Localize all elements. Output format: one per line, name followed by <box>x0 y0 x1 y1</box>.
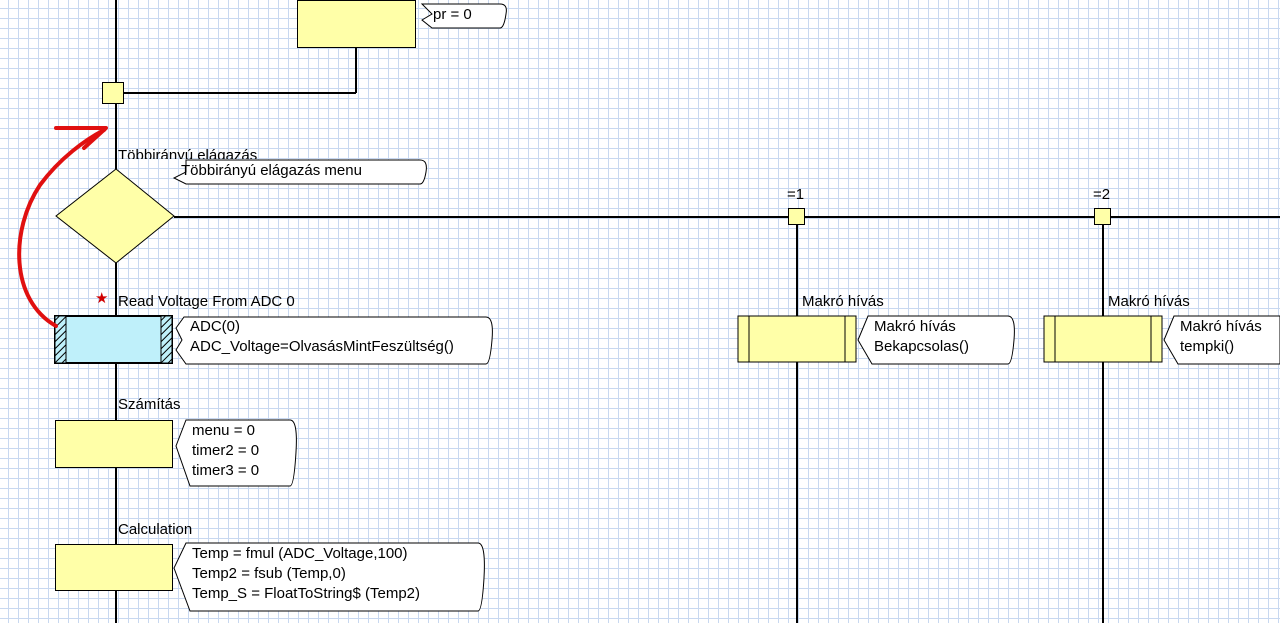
calc-note-line-2: Temp2 = fsub (Temp,0) <box>192 565 346 582</box>
switch-note-line-1: Többirányú elágazás menu <box>181 162 362 179</box>
macro2-block[interactable] <box>1043 315 1163 363</box>
calc-hu-note-line-3: timer3 = 0 <box>192 462 260 479</box>
macro1-block[interactable] <box>737 315 857 363</box>
macro2-note-line-1: Makró hívás <box>1180 318 1262 335</box>
top-note-line-1: pr = 0 <box>433 6 472 23</box>
adc-block[interactable] <box>54 315 173 364</box>
adc-note-line-1: ADC(0) <box>190 318 241 335</box>
macro1-note-line-1: Makró hívás <box>874 318 956 335</box>
case1-label: =1 <box>787 186 805 203</box>
macro1-note: Makró hívás Bekapcsolas() <box>874 317 969 357</box>
calc-hu-block[interactable] <box>55 420 173 468</box>
case2-node[interactable] <box>1094 208 1111 225</box>
flowchart-canvas[interactable]: pr = 0 Többirányú elágazás Többirányú el… <box>0 0 1280 623</box>
macro2-block-label: Makró hívás <box>1108 293 1190 310</box>
macro2-note: Makró hívás tempki() <box>1180 317 1262 357</box>
adc-note-line-2: ADC_Voltage=OlvasásMintFeszültség() <box>190 338 454 355</box>
adc-note: ADC(0) ADC_Voltage=OlvasásMintFeszültség… <box>190 317 454 357</box>
adc-block-right-hatch <box>160 315 173 364</box>
top-calc-block[interactable] <box>297 0 416 48</box>
switch-note: Többirányú elágazás menu <box>181 161 362 181</box>
calc-block-label: Calculation <box>118 521 193 538</box>
breakpoint-star-icon: ★ <box>95 290 109 307</box>
switch-label: Többirányú elágazás <box>118 147 258 159</box>
case1-node[interactable] <box>788 208 805 225</box>
connection-point-node[interactable] <box>102 82 124 104</box>
switch-diamond[interactable] <box>55 168 175 264</box>
top-note: pr = 0 <box>433 5 472 25</box>
calc-hu-note: menu = 0 timer2 = 0 timer3 = 0 <box>192 421 259 481</box>
calc-note: Temp = fmul (ADC_Voltage,100) Temp2 = fs… <box>192 544 420 604</box>
calc-note-line-3: Temp_S = FloatToString$ (Temp2) <box>192 585 421 602</box>
macro1-note-line-2: Bekapcsolas() <box>874 338 970 355</box>
macro2-note-line-2: tempki() <box>1180 338 1235 355</box>
adc-block-left-hatch <box>54 315 67 364</box>
case2-label: =2 <box>1093 186 1111 203</box>
calc-hu-note-line-2: timer2 = 0 <box>192 442 260 459</box>
macro1-block-label: Makró hívás <box>802 293 884 310</box>
adc-block-label: Read Voltage From ADC 0 <box>118 293 295 310</box>
calc-hu-block-label: Számítás <box>118 396 181 413</box>
calc-hu-note-line-1: menu = 0 <box>192 422 255 439</box>
calc-block[interactable] <box>55 544 173 591</box>
calc-note-line-1: Temp = fmul (ADC_Voltage,100) <box>192 545 408 562</box>
